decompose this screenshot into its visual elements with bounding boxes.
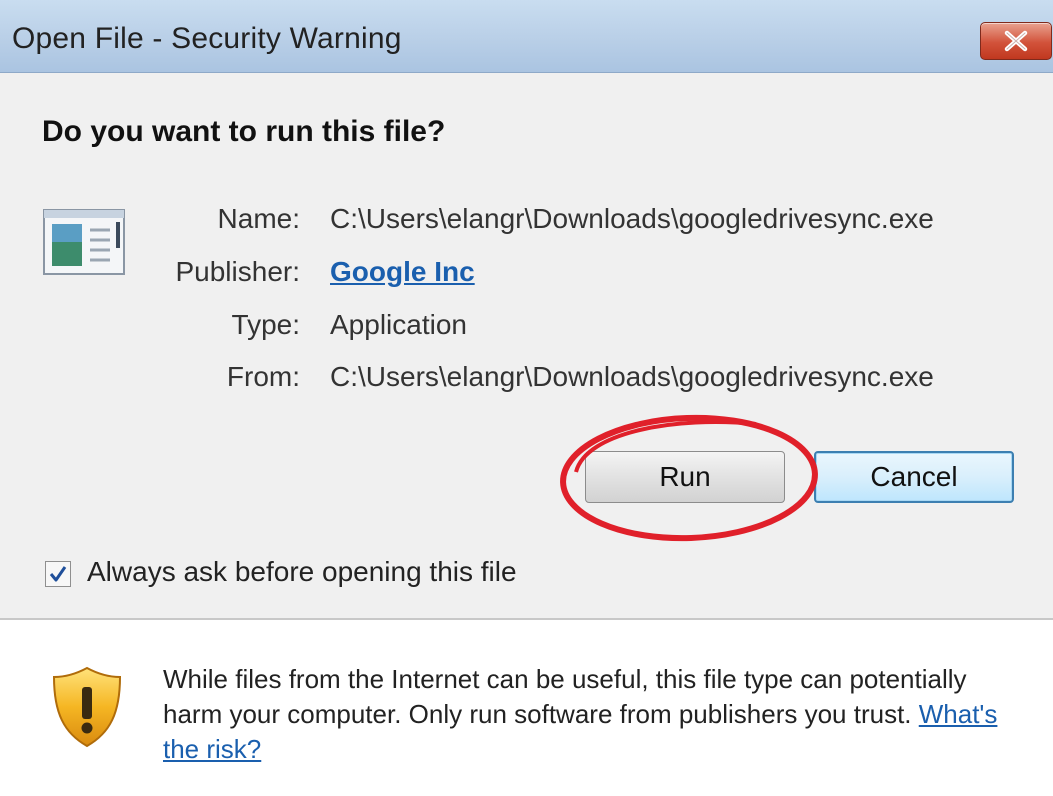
type-value: Application bbox=[330, 309, 467, 340]
from-value: C:\Users\elangr\Downloads\googledrivesyn… bbox=[330, 361, 934, 392]
warning-message: While files from the Internet can be use… bbox=[163, 664, 967, 729]
close-icon bbox=[1004, 30, 1028, 52]
type-label: Type: bbox=[231, 309, 300, 340]
publisher-link[interactable]: Google Inc bbox=[330, 256, 475, 287]
cancel-button[interactable]: Cancel bbox=[814, 451, 1014, 503]
cancel-button-label: Cancel bbox=[870, 461, 958, 492]
always-ask-label[interactable]: Always ask before opening this file bbox=[87, 556, 517, 588]
close-button[interactable] bbox=[980, 22, 1052, 60]
security-warning-dialog: Open File - Security Warning Do you want… bbox=[0, 0, 1053, 796]
run-button-label: Run bbox=[659, 461, 711, 492]
from-label: From: bbox=[226, 361, 300, 392]
name-label: Name: bbox=[217, 203, 300, 234]
run-button[interactable]: Run bbox=[585, 451, 785, 503]
checkmark-icon bbox=[49, 566, 67, 582]
security-shield-icon bbox=[52, 666, 122, 748]
title-bar[interactable]: Open File - Security Warning bbox=[0, 0, 1053, 73]
dialog-question: Do you want to run this file? bbox=[42, 115, 446, 148]
warning-text-block: While files from the Internet can be use… bbox=[163, 662, 1023, 767]
always-ask-checkbox[interactable] bbox=[45, 561, 71, 587]
publisher-label: Publisher: bbox=[175, 256, 300, 287]
window-title: Open File - Security Warning bbox=[12, 22, 402, 55]
name-value: C:\Users\elangr\Downloads\googledrivesyn… bbox=[330, 203, 934, 234]
